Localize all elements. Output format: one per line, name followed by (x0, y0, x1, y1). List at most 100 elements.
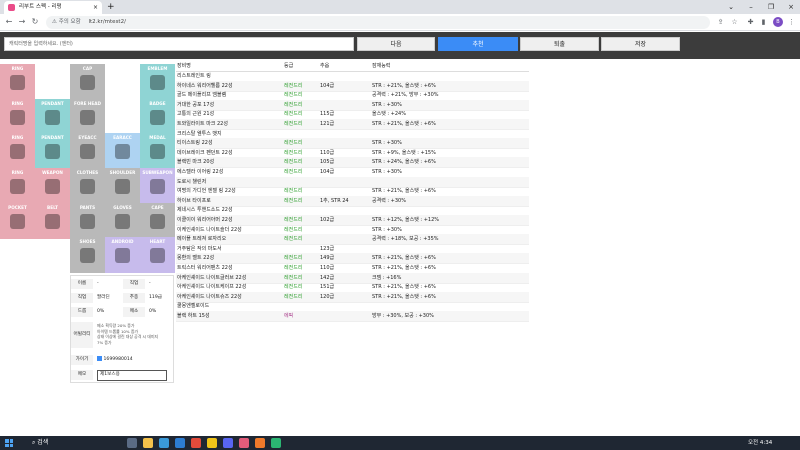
windows-start-icon[interactable] (5, 439, 13, 447)
item-name: 몽환의 벨트 22성 (177, 255, 215, 262)
table-row[interactable]: 블랙 하트 15성 에픽 방무 : +30%, 보공 : +30% (176, 311, 529, 322)
reload-button[interactable]: ↻ (29, 15, 41, 29)
memo-input[interactable]: 제1보스용 (97, 370, 167, 381)
slot-label: BELT (47, 205, 58, 210)
minimize-button[interactable]: – (742, 0, 760, 14)
tab-close-icon[interactable]: × (93, 1, 98, 14)
equip-slot-shoulder[interactable]: SHOULDER (105, 168, 140, 204)
equip-slot-android[interactable]: ANDROID (105, 237, 140, 273)
chrome-icon[interactable] (191, 438, 201, 448)
ability-lines: 메소 획득량 20% 증가 아이템 드롭률 10% 증가 상태 이상에 걸린 대… (97, 323, 158, 345)
item-icon (45, 110, 60, 125)
memo-label: 메모 (71, 370, 93, 380)
item-name: 에스텔라 이어링 22성 (177, 169, 224, 175)
equip-slot-ring[interactable]: RING (0, 64, 35, 100)
bookmark-star-icon[interactable]: ☆ (729, 15, 740, 29)
item-potential: 공격력 : +30% (372, 197, 406, 204)
item-name: 트와일라이트 마크 22성 (177, 121, 228, 127)
item-grade: 레전드리 (284, 197, 303, 204)
equip-slot-pendant[interactable]: PENDANT (35, 99, 70, 135)
item-flame: 123급 (320, 245, 335, 252)
cash-label: 가이기 (71, 355, 93, 365)
equip-slot-pendant[interactable]: PENDANT (35, 133, 70, 169)
item-grade: 레전드리 (284, 149, 303, 156)
equip-slot-fore-head[interactable]: FORE HEAD (70, 99, 105, 135)
shop-button[interactable]: 퇴출 (520, 37, 599, 51)
equip-slot-weapon[interactable]: WEAPON (35, 168, 70, 204)
equip-slot-heart[interactable]: HEART (140, 237, 175, 273)
item-name: 여명의 가디언 엔젤 링 22성 (177, 188, 236, 195)
item-flame: 102급 (320, 217, 335, 223)
item-flame: 142급 (320, 274, 335, 281)
back-button[interactable]: ← (3, 15, 15, 29)
equip-slot-badge[interactable]: BADGE (140, 99, 175, 135)
equip-slot-clothes[interactable]: CLOTHES (70, 168, 105, 204)
close-window-button[interactable]: × (782, 0, 800, 14)
profile-avatar[interactable]: B (773, 17, 783, 27)
item-grade: 레전드리 (284, 274, 303, 281)
item-flame: 1추, STR 24 (320, 197, 349, 204)
equip-slot-pocket[interactable]: POCKET (0, 203, 35, 239)
address-bar[interactable]: ⚠ 주의 요함 lt2.kr/mtest2/ (46, 16, 710, 29)
task-view-icon[interactable] (127, 438, 137, 448)
sidepanel-icon[interactable]: ▮ (758, 15, 769, 29)
item-icon (80, 110, 95, 125)
tab-search-icon[interactable]: ⌄ (722, 0, 740, 14)
item-potential: STR : +30% (372, 101, 402, 108)
next-button[interactable]: 다음 (357, 37, 435, 51)
equip-slot-shoes[interactable]: SHOES (70, 237, 105, 273)
warning-icon[interactable]: ⚠ (52, 19, 57, 25)
game-icon[interactable] (255, 438, 265, 448)
extensions-icon[interactable]: ✚ (745, 15, 756, 29)
share-icon[interactable]: ⇪ (715, 15, 726, 29)
search-input[interactable]: 캐릭터명을 입력하세요. (엔터) (4, 37, 354, 51)
item-icon (115, 214, 130, 229)
taskbar (0, 436, 800, 450)
taskbar-clock: 오전 4:34 (748, 440, 773, 446)
file-explorer-icon[interactable] (143, 438, 153, 448)
equip-slot-emblem[interactable]: EMBLEM (140, 64, 175, 100)
browser-active-icon[interactable] (239, 438, 249, 448)
equip-slot-ring[interactable]: RING (0, 168, 35, 204)
item-icon (10, 110, 25, 125)
equip-slot-eyeacc[interactable]: EYEACC (70, 133, 105, 169)
item-potential: STR : +21%, 올스탯 : +6% (372, 255, 436, 262)
browser-tab[interactable]: 리부트 스펙 - 리펑 × (4, 1, 102, 14)
item-name: 데이브레이크 펜던트 22성 (177, 149, 233, 156)
equip-slot-earacc[interactable]: EARACC (105, 133, 140, 169)
maximize-button[interactable]: ❐ (762, 0, 780, 14)
item-icon (150, 214, 165, 229)
recommend-button[interactable]: 추천 (438, 37, 518, 51)
item-flame: 151급 (320, 284, 335, 291)
slot-label: ANDROID (111, 239, 134, 244)
equip-slot-subweapon[interactable]: SUBWEAPON (140, 168, 175, 204)
edge-icon[interactable] (159, 438, 169, 448)
equip-slot-belt[interactable]: BELT (35, 203, 70, 239)
save-button[interactable]: 저장 (601, 37, 680, 51)
item-icon (150, 75, 165, 90)
messenger-icon[interactable] (271, 438, 281, 448)
equip-slot-ring[interactable]: RING (0, 133, 35, 169)
forward-button[interactable]: → (16, 15, 28, 29)
item-icon (150, 110, 165, 125)
item-icon (150, 144, 165, 159)
equip-slot-cape[interactable]: CAPE (140, 203, 175, 239)
menu-icon[interactable]: ⋮ (786, 15, 797, 29)
new-tab-button[interactable]: + (107, 1, 115, 13)
equip-slot-medal[interactable]: MEDAL (140, 133, 175, 169)
store-icon[interactable] (175, 438, 185, 448)
equip-slot-pants[interactable]: PANTS (70, 203, 105, 239)
job-value: - (149, 281, 151, 286)
equip-slot-gloves[interactable]: GLOVES (105, 203, 140, 239)
discord-icon[interactable] (223, 438, 233, 448)
equip-slot-cap[interactable]: CAP (70, 64, 105, 100)
item-potential: STR : +21%, 올스탯 : +6% (372, 293, 436, 300)
item-icon (115, 179, 130, 194)
taskbar-search[interactable]: ⌕ 검색 (22, 437, 117, 449)
cash-value: 1699980014 (103, 357, 133, 362)
item-flame: 104급 (320, 169, 335, 175)
app-icon[interactable] (207, 438, 217, 448)
equip-slot-ring[interactable]: RING (0, 99, 35, 135)
class-value: 팔라딘 (97, 295, 110, 300)
cash-checkbox[interactable] (97, 356, 102, 361)
